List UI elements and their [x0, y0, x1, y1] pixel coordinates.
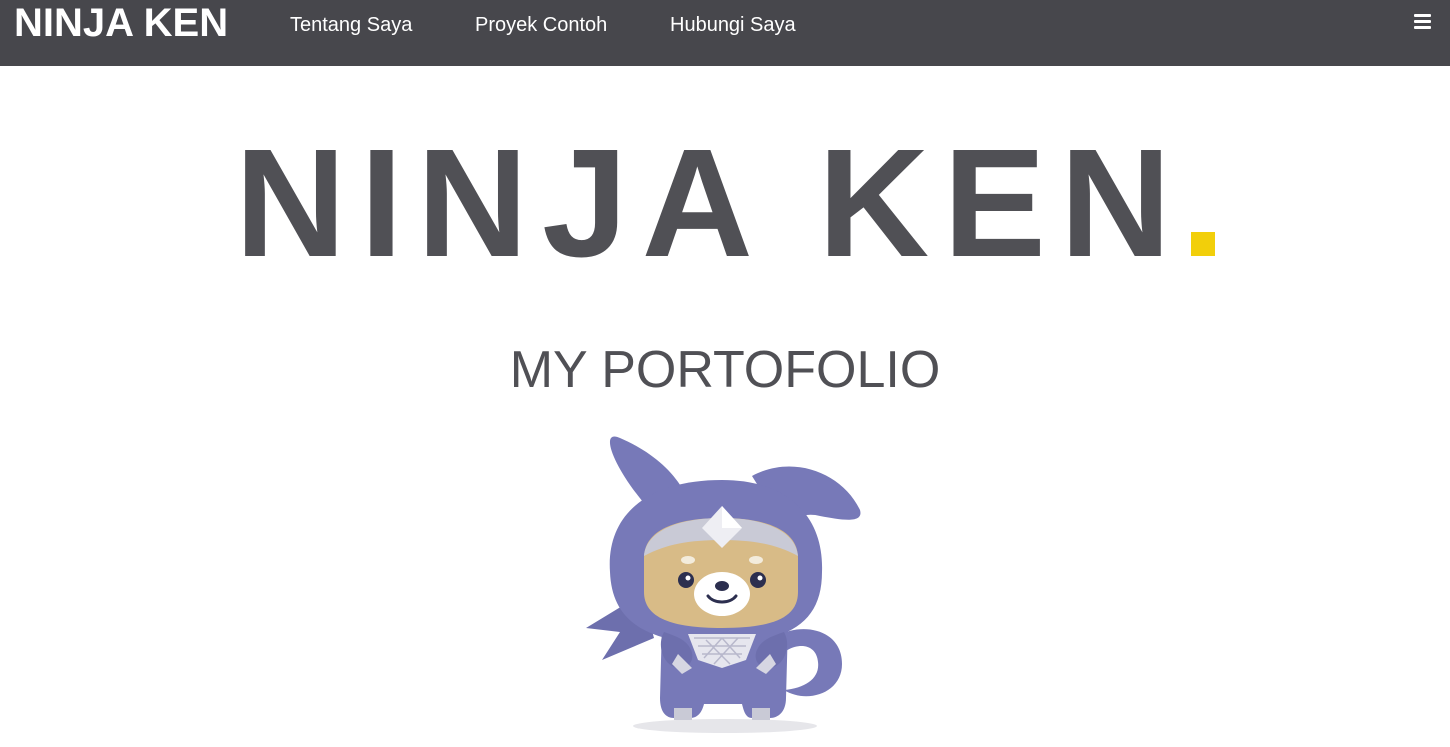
- nav-link-tentang-saya[interactable]: Tentang Saya: [290, 12, 412, 38]
- hero-title-text: NINJA KEN: [234, 117, 1186, 289]
- nav-link-proyek-contoh[interactable]: Proyek Contoh: [475, 12, 607, 38]
- hamburger-menu-icon[interactable]: [1414, 14, 1431, 29]
- brand-logo[interactable]: NINJA KEN: [14, 1, 228, 45]
- nav-link-hubungi-saya[interactable]: Hubungi Saya: [670, 12, 796, 38]
- top-navbar: NINJA KEN Tentang Saya Proyek Contoh Hub…: [0, 0, 1450, 66]
- ninja-dog-mascot-icon: [580, 432, 870, 747]
- accent-dot: [1191, 232, 1216, 256]
- hero-title: NINJA KEN: [0, 126, 1450, 280]
- hero-subtitle: MY PORTOFOLIO: [509, 341, 941, 399]
